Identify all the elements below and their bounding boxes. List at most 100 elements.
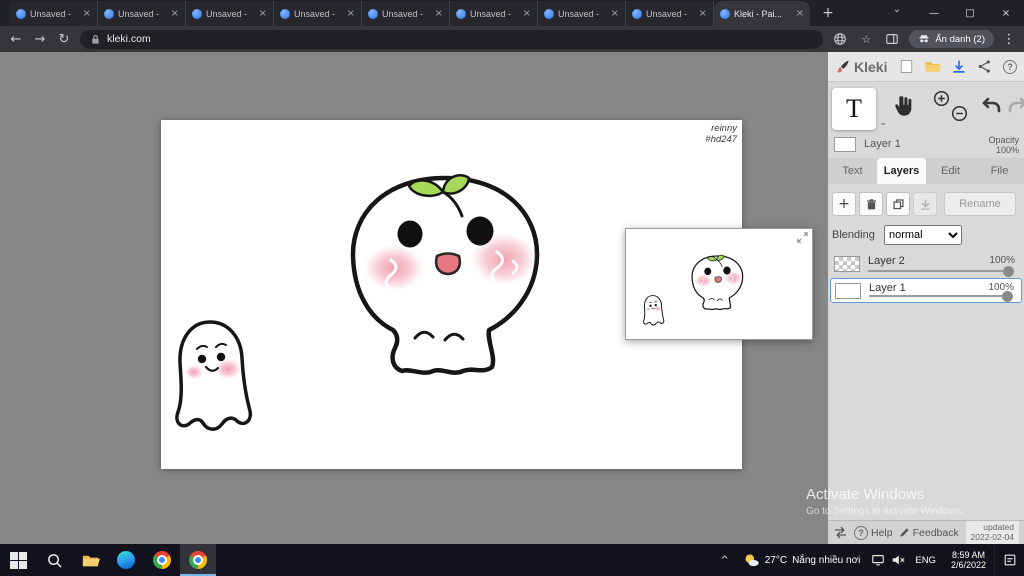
kleki-brand: Kleki <box>835 59 887 75</box>
tab-label: Unsaved - <box>206 8 248 19</box>
merge-down-button[interactable] <box>913 192 937 216</box>
back-button[interactable]: ← <box>8 33 24 46</box>
duplicate-layer-button[interactable] <box>886 192 910 216</box>
browser-tabstrip: Unsaved - × Unsaved - × Unsaved - × Unsa… <box>0 0 1024 26</box>
add-layer-button[interactable]: + <box>832 192 856 216</box>
layer-row[interactable]: Layer 2 100% <box>830 252 1022 277</box>
layer-opacity-slider[interactable] <box>869 290 1013 302</box>
kleki-favicon-icon <box>16 8 26 19</box>
zoom-out-icon[interactable] <box>951 105 968 122</box>
undo-icon[interactable] <box>980 94 1004 118</box>
tab-layers[interactable]: Layers <box>877 158 926 184</box>
chevron-down-icon[interactable]: ⌄ <box>879 118 887 128</box>
chrome-active-button[interactable] <box>180 544 216 576</box>
weather-label: Nắng nhiều nơi <box>792 554 861 566</box>
tab-close-icon[interactable]: × <box>611 8 619 19</box>
tab-label: Unsaved - <box>470 8 512 19</box>
translate-icon[interactable] <box>831 32 849 46</box>
tab-label: Unsaved - <box>118 8 160 19</box>
download-icon[interactable] <box>950 58 967 75</box>
windows-logo-icon <box>9 551 27 569</box>
tab-close-icon[interactable]: × <box>699 8 707 19</box>
layer-opacity-value: 100% <box>989 255 1015 266</box>
tab-close-icon[interactable]: × <box>796 8 804 19</box>
volume-mute-icon[interactable] <box>888 553 908 567</box>
current-layer-name: Layer 1 <box>864 138 901 150</box>
kleki-favicon-icon <box>280 8 290 19</box>
close-button[interactable]: × <box>988 0 1024 26</box>
display-icon[interactable] <box>868 553 888 567</box>
language-indicator[interactable]: ENG <box>908 555 943 566</box>
open-folder-icon[interactable] <box>924 58 942 75</box>
artist-signature: reinny #hd247 <box>705 123 737 145</box>
browser-tab[interactable]: Unsaved - × <box>362 1 450 26</box>
browser-tab-active[interactable]: Kleki - Pai... × <box>714 1 810 26</box>
clock[interactable]: 8:59 AM 2/6/2022 <box>943 550 994 571</box>
kleki-favicon-icon <box>104 8 114 19</box>
tab-close-icon[interactable]: × <box>259 8 267 19</box>
forward-button[interactable]: → <box>32 33 48 46</box>
current-layer-thumbnail[interactable] <box>834 137 856 152</box>
tab-close-icon[interactable]: × <box>83 8 91 19</box>
tab-close-icon[interactable]: × <box>435 8 443 19</box>
help-button[interactable]: ? Help <box>854 525 893 540</box>
zoom-in-icon[interactable] <box>933 90 950 107</box>
blending-select[interactable]: normal <box>884 225 962 245</box>
search-button[interactable] <box>36 544 72 576</box>
share-icon[interactable] <box>976 58 993 75</box>
tab-close-icon[interactable]: × <box>171 8 179 19</box>
temperature-label: 27°C <box>764 554 788 566</box>
delete-layer-button[interactable] <box>859 192 883 216</box>
browser-tab[interactable]: Unsaved - × <box>186 1 274 26</box>
help-icon[interactable]: ? <box>1003 59 1017 74</box>
reload-button[interactable]: ↻ <box>56 33 72 46</box>
tab-close-icon[interactable]: × <box>523 8 531 19</box>
text-tool-button[interactable]: T ⌄ <box>832 88 887 130</box>
browser-tab[interactable]: Unsaved - × <box>10 1 98 26</box>
text-tool-label: T <box>846 94 862 123</box>
browser-tab[interactable]: Unsaved - × <box>626 1 714 26</box>
tab-file[interactable]: File <box>975 158 1024 184</box>
weather-widget[interactable]: 27°C Nắng nhiều nơi <box>735 552 869 569</box>
chrome-icon <box>189 551 207 569</box>
blending-label: Blending <box>832 229 875 241</box>
tab-label: Kleki - Pai... <box>734 8 783 19</box>
tab-close-icon[interactable]: × <box>347 8 355 19</box>
hidden-icons-chevron-icon[interactable]: ^ <box>714 555 734 566</box>
merge-down-icon <box>920 199 930 210</box>
action-center-button[interactable] <box>994 544 1024 576</box>
rename-layer-button[interactable]: Rename <box>944 192 1016 216</box>
browser-menu-icon[interactable]: ⋮ <box>1002 32 1016 47</box>
layer-row-selected[interactable]: Layer 1 100% <box>830 278 1022 303</box>
tab-text[interactable]: Text <box>828 158 877 184</box>
maximize-button[interactable]: □ <box>952 0 988 26</box>
new-image-icon[interactable] <box>898 58 915 75</box>
hand-tool-icon[interactable] <box>890 93 918 121</box>
feedback-button[interactable]: Feedback <box>899 527 959 539</box>
browser-tab[interactable]: Unsaved - × <box>450 1 538 26</box>
file-explorer-button[interactable] <box>72 544 108 576</box>
bookmark-star-icon[interactable]: ☆ <box>857 33 875 46</box>
incognito-count-label: Ẩn danh (2) <box>935 33 985 45</box>
browser-toolbar: ← → ↻ kleki.com ☆ Ẩn danh (2) ⋮ <box>0 26 1024 52</box>
side-panel-icon[interactable] <box>883 32 901 46</box>
preview-resize-icon[interactable] <box>796 231 809 244</box>
browser-tab[interactable]: Unsaved - × <box>98 1 186 26</box>
new-tab-button[interactable]: + <box>818 3 838 23</box>
edge-button[interactable] <box>108 544 144 576</box>
address-bar[interactable]: kleki.com <box>80 29 824 49</box>
chrome-icon <box>153 551 171 569</box>
redo-icon[interactable] <box>1005 94 1024 118</box>
canvas-preview-window <box>625 228 813 340</box>
layer-thumbnail <box>835 283 861 299</box>
minimize-button[interactable]: — <box>916 0 952 26</box>
swap-panel-icon[interactable] <box>833 525 848 540</box>
browser-tab[interactable]: Unsaved - × <box>274 1 362 26</box>
tab-edit[interactable]: Edit <box>926 158 975 184</box>
chrome-button[interactable] <box>144 544 180 576</box>
layer-opacity-slider[interactable] <box>868 265 1014 277</box>
browser-tab[interactable]: Unsaved - × <box>538 1 626 26</box>
start-button[interactable] <box>0 544 36 576</box>
tab-label: Unsaved - <box>294 8 336 19</box>
tab-search-chevron-icon[interactable]: ⌄ <box>888 4 906 15</box>
